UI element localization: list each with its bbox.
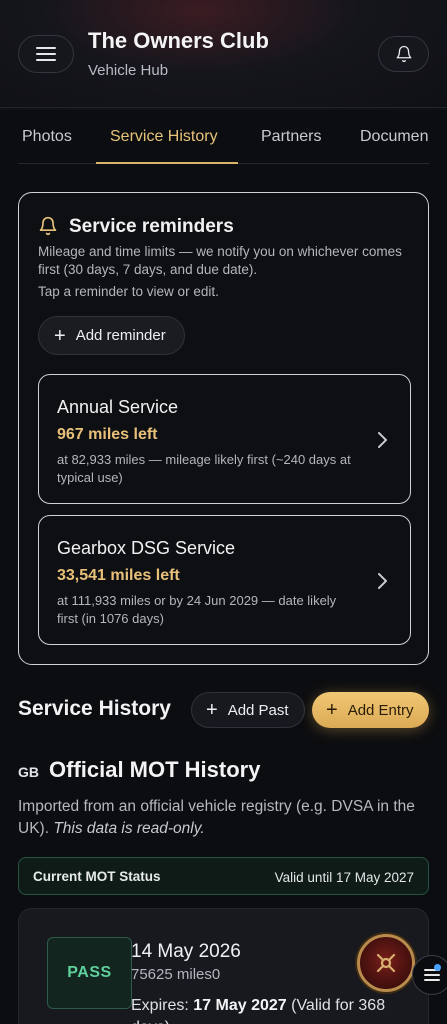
tab-partners[interactable]: Partners <box>261 128 321 146</box>
menu-button[interactable] <box>18 35 74 73</box>
add-entry-button[interactable]: + Add Entry <box>312 692 429 728</box>
reminders-hint: Tap a reminder to view or edit. <box>38 284 219 299</box>
add-entry-label: Add Entry <box>347 701 414 719</box>
mot-status-label: Current MOT Status <box>33 869 161 884</box>
mot-status-value: Valid until 17 May 2027 <box>274 870 414 885</box>
tab-bar: Photos Service History Partners Documen <box>0 108 447 166</box>
bell-icon <box>39 216 57 236</box>
reminder-miles-left: 33,541 miles left <box>57 567 180 584</box>
add-reminder-button[interactable]: + Add reminder <box>38 316 185 355</box>
active-tab-indicator <box>96 162 238 164</box>
add-reminder-label: Add reminder <box>75 327 166 344</box>
owners-club-seal-logo[interactable] <box>357 934 415 992</box>
app-subtitle: Vehicle Hub <box>88 62 169 79</box>
mot-readonly-note: This data is read-only. <box>53 820 205 837</box>
reminders-description: Mileage and time limits — we notify you … <box>38 244 402 277</box>
mot-history-title: Official MOT History <box>49 757 261 782</box>
plus-icon: + <box>326 699 338 721</box>
tab-documents[interactable]: Documen <box>360 128 428 146</box>
reminder-detail: at 111,933 miles or by 24 Jun 2029 — dat… <box>57 593 337 626</box>
floating-menu-button[interactable] <box>412 955 447 995</box>
tab-photos[interactable]: Photos <box>22 128 72 146</box>
service-history-title: Service History <box>18 697 171 720</box>
add-past-button[interactable]: + Add Past <box>191 692 305 728</box>
mot-expiry-label: Expires: <box>131 997 189 1014</box>
reminder-name: Annual Service <box>57 397 179 417</box>
reminder-card[interactable]: Annual Service 967 miles left at 82,933 … <box>38 374 411 504</box>
reminder-card[interactable]: Gearbox DSG Service 33,541 miles left at… <box>38 515 411 645</box>
reminders-title: Service reminders <box>69 216 234 237</box>
app-title: The Owners Club <box>88 28 269 53</box>
hamburger-menu-icon <box>36 47 56 61</box>
reminder-miles-left: 967 miles left <box>57 426 158 443</box>
service-reminders-panel: Service reminders Mileage and time limit… <box>18 192 429 665</box>
mot-description: Imported from an official vehicle regist… <box>18 796 430 840</box>
notification-dot <box>434 964 441 971</box>
mot-mileage: 75625 miles0 <box>131 966 221 983</box>
app-header: The Owners Club Vehicle Hub <box>0 0 447 108</box>
mot-result-badge: PASS <box>47 937 132 1009</box>
bell-icon <box>396 45 411 63</box>
mot-status-bar: Current MOT Status Valid until 17 May 20… <box>18 857 429 895</box>
tab-service-history[interactable]: Service History <box>110 128 218 146</box>
mot-expiry: Expires: 17 May 2027 (Valid for 368 days… <box>131 995 391 1024</box>
plus-icon: + <box>206 699 218 721</box>
add-past-label: Add Past <box>227 701 289 719</box>
country-code: GB <box>18 764 39 780</box>
notifications-button[interactable] <box>378 36 429 72</box>
wrench-icon <box>376 953 396 973</box>
mot-expiry-date: 17 May 2027 <box>193 997 287 1014</box>
reminder-detail: at 82,933 miles — mileage likely first (… <box>57 452 351 485</box>
reminder-name: Gearbox DSG Service <box>57 538 236 558</box>
plus-icon: + <box>54 324 66 347</box>
chevron-right-icon <box>378 573 387 589</box>
mot-test-date: 14 May 2026 <box>131 941 241 962</box>
chevron-right-icon <box>378 432 387 448</box>
